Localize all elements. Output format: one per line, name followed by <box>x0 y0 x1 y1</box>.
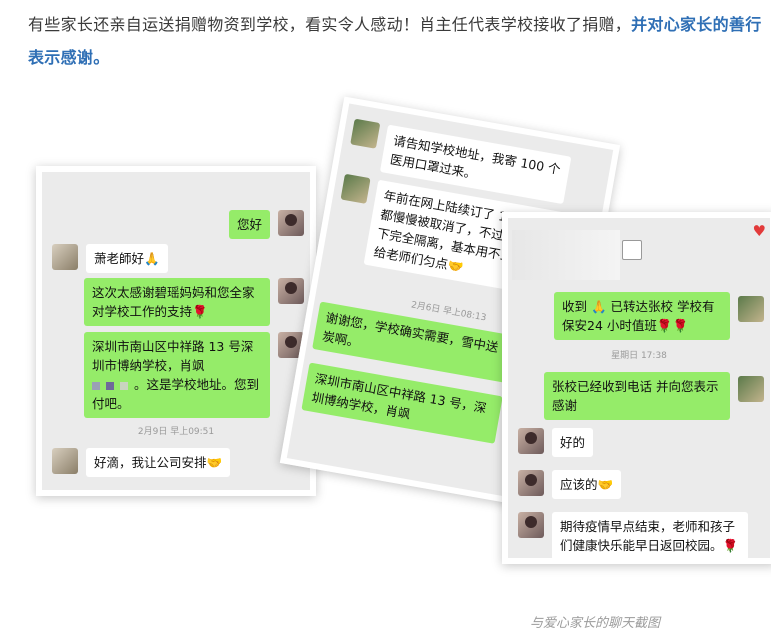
chat-bubble: 应该的🤝 <box>552 470 622 499</box>
avatar-icon <box>518 512 544 538</box>
avatar-icon <box>340 173 371 204</box>
map-icon <box>622 240 642 260</box>
chat-bubble: 好的 <box>552 428 594 457</box>
chat-screenshot-collage: 您好 萧老師好🙏 这次太感谢碧瑶妈妈和您全家对学校工作的支持🌹 深圳市南山区中祥… <box>0 0 771 640</box>
avatar-icon <box>518 470 544 496</box>
avatar-icon <box>278 210 304 236</box>
redacted-phone-icon <box>92 375 134 394</box>
avatar-icon <box>738 296 764 322</box>
heart-icon: ♥ <box>752 222 766 240</box>
chat-bubble: 您好 <box>228 210 270 239</box>
chat-screenshot-1: 您好 萧老師好🙏 这次太感谢碧瑶妈妈和您全家对学校工作的支持🌹 深圳市南山区中祥… <box>36 166 316 496</box>
chat-bubble: 萧老師好🙏 <box>86 244 168 273</box>
chat-timestamp: 2月9日 早上09:51 <box>137 427 215 437</box>
chat-timestamp: 星期日 17:38 <box>611 351 667 361</box>
chat-bubble: 收到 🙏 已转达张校 学校有保安24 小时值班🌹🌹 <box>554 292 730 340</box>
chat-text: 深圳市南山区中祥路 13 号深圳市博纳学校，肖飒 <box>92 339 254 373</box>
chat-bubble: 这次太感谢碧瑶妈妈和您全家对学校工作的支持🌹 <box>84 278 270 326</box>
avatar-icon <box>52 244 78 270</box>
avatar-icon <box>350 118 381 149</box>
map-thumbnail <box>512 230 620 280</box>
avatar-icon <box>52 448 78 474</box>
chat-screenshot-3: ♥ 收到 🙏 已转达张校 学校有保安24 小时值班🌹🌹 星期日 17:38 张校… <box>502 212 771 564</box>
avatar-icon <box>278 278 304 304</box>
avatar-icon <box>738 376 764 402</box>
avatar-icon <box>518 428 544 454</box>
chat-bubble: 好滴，我让公司安排🤝 <box>86 448 231 477</box>
chat-bubble: 深圳市南山区中祥路 13 号深圳市博纳学校，肖飒 。这是学校地址。您到付吧。 <box>84 332 270 418</box>
chat-bubble: 张校已经收到电话 并向您表示感谢 <box>544 372 730 420</box>
chat-bubble: 期待疫情早点结束，老师和孩子们健康快乐能早日返回校园。🌹 <box>552 512 748 558</box>
image-caption: 与爱心家长的聊天截图 <box>530 616 661 631</box>
